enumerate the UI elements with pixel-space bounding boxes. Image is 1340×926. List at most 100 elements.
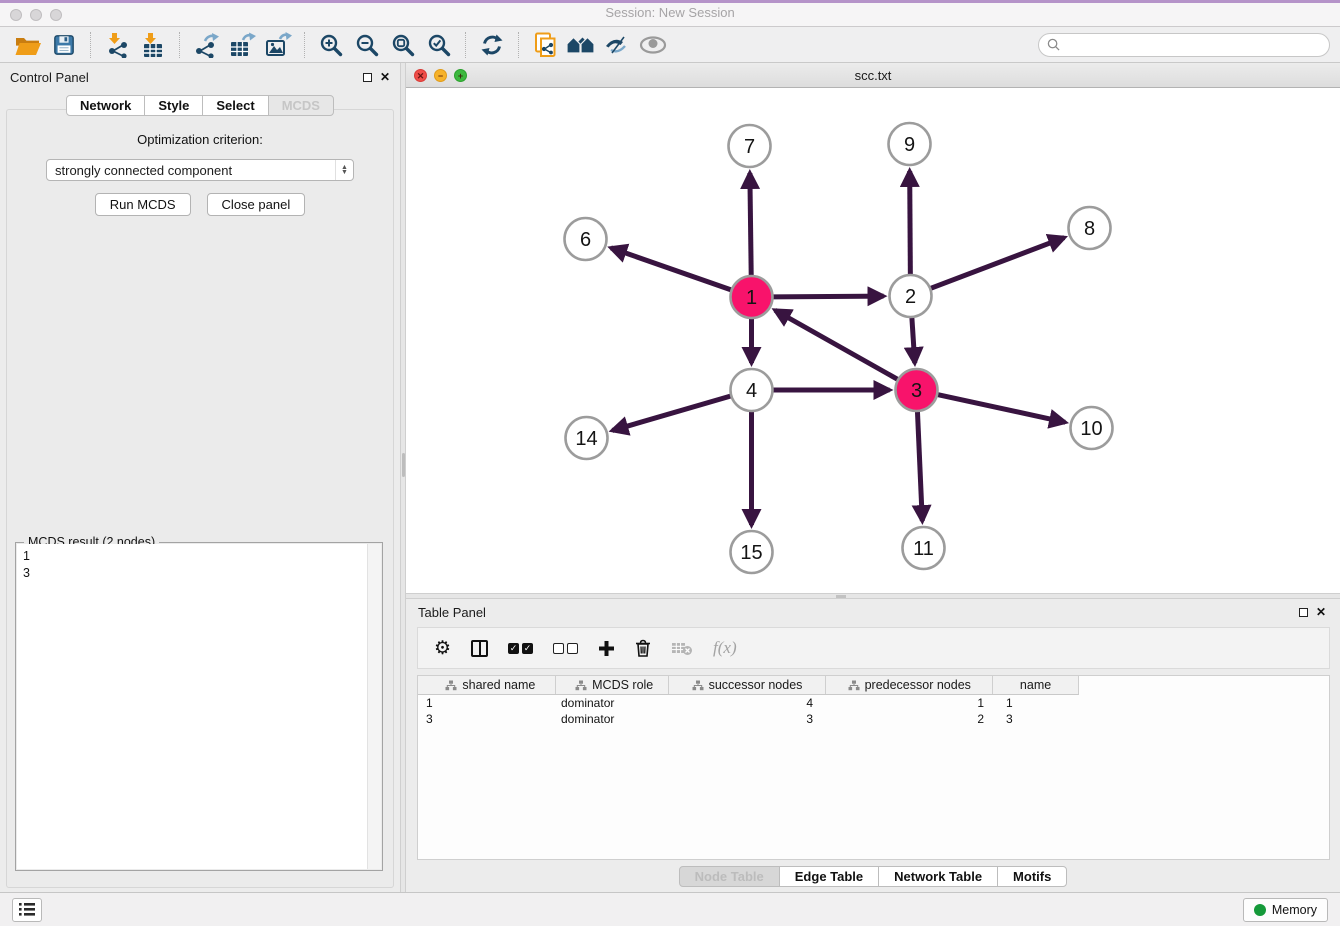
criterion-dropdown[interactable]: strongly connected component ▲▼ [46,159,354,181]
network-window-titlebar[interactable]: ✕ − + scc.txt [406,63,1340,88]
close-network-icon[interactable]: ✕ [414,69,427,82]
search-input[interactable] [1065,38,1321,52]
tab-network[interactable]: Network [66,95,145,116]
export-image-icon[interactable] [260,30,296,60]
zoom-in-icon[interactable] [313,30,349,60]
save-session-icon[interactable] [46,30,82,60]
open-session-icon[interactable] [10,30,46,60]
float-panel-icon[interactable] [363,73,372,82]
cell-mcds-role[interactable]: dominator [556,696,669,710]
splitter-handle[interactable] [836,595,846,598]
export-network-icon[interactable] [188,30,224,60]
cell-predecessor-nodes[interactable]: 2 [827,712,994,726]
split-view-icon[interactable] [471,640,488,657]
table-row[interactable]: 3 dominator 3 2 3 [418,711,1329,727]
toolbar-separator [518,32,519,58]
horizontal-splitter[interactable] [406,593,1340,599]
cell-predecessor-nodes[interactable]: 1 [827,696,994,710]
cell-mcds-role[interactable]: dominator [556,712,669,726]
delete-icon[interactable] [635,639,651,657]
right-column: ✕ − + scc.txt 1234678910111415 Table Pan… [406,63,1340,892]
column-header-predecessor-nodes[interactable]: predecessor nodes [826,676,993,694]
cell-name[interactable]: 1 [994,696,1079,710]
run-mcds-button[interactable]: Run MCDS [95,193,191,216]
zoom-fit-icon[interactable] [385,30,421,60]
duplicate-network-icon[interactable] [527,30,563,60]
column-header-mcds-role[interactable]: MCDS role [556,676,669,694]
result-scrollbar[interactable] [367,544,381,869]
hide-details-icon[interactable] [635,30,671,60]
gear-icon[interactable]: ⚙ [434,639,451,658]
table-header-row: shared name MCDS role successor nodes pr… [418,676,1079,695]
node-table[interactable]: shared name MCDS role successor nodes pr… [417,675,1330,860]
deselect-all-icon[interactable] [553,643,578,654]
tab-style[interactable]: Style [144,95,203,116]
graph-edge-2-3[interactable] [912,318,915,363]
import-network-icon[interactable] [99,30,135,60]
graph-edge-3-1[interactable] [775,310,897,379]
graph-node-label: 14 [575,428,597,450]
show-hide-style-icon[interactable] [599,30,635,60]
close-panel-icon[interactable]: ✕ [380,71,390,83]
function-builder-icon[interactable]: f(x) [713,638,737,658]
graph-edge-1-6[interactable] [611,248,731,290]
task-history-button[interactable] [12,898,42,922]
zoom-window-icon[interactable] [50,9,62,21]
delete-table-icon[interactable] [671,641,693,656]
tab-select[interactable]: Select [202,95,268,116]
accent-strip [0,0,1340,3]
column-header-successor-nodes[interactable]: successor nodes [669,676,827,694]
zoom-selected-icon[interactable] [421,30,457,60]
graph-edge-1-2[interactable] [773,296,883,297]
status-bar: Memory [0,892,1340,926]
import-table-icon[interactable] [135,30,171,60]
search-icon [1047,38,1060,51]
tree-icon [692,680,704,691]
minimize-network-icon[interactable]: − [434,69,447,82]
cell-shared-name[interactable]: 3 [418,712,556,726]
tab-motifs[interactable]: Motifs [997,866,1067,887]
graph-edge-2-8[interactable] [931,238,1064,289]
tab-node-table[interactable]: Node Table [679,866,780,887]
zoom-out-icon[interactable] [349,30,385,60]
application-window: Session: New Session [0,0,1340,926]
first-neighbors-icon[interactable] [563,30,599,60]
tab-network-table[interactable]: Network Table [878,866,998,887]
tab-edge-table[interactable]: Edge Table [779,866,879,887]
close-panel-button[interactable]: Close panel [207,193,306,216]
table-panel: Table Panel ✕ ⚙ ✓✓ f(x) [406,599,1340,892]
toolbar-separator [90,32,91,58]
graph-edge-4-14[interactable] [612,396,730,430]
cell-successor-nodes[interactable]: 3 [669,712,827,726]
graph-node-label: 2 [905,286,916,308]
cell-name[interactable]: 3 [994,712,1079,726]
column-header-name[interactable]: name [993,676,1078,694]
maximize-network-icon[interactable]: + [454,69,467,82]
network-graph[interactable]: 1234678910111415 [406,88,1340,593]
graph-edge-1-7[interactable] [750,173,751,275]
graph-node-label: 9 [904,134,915,156]
export-table-icon[interactable] [224,30,260,60]
network-canvas[interactable]: 1234678910111415 [406,88,1340,593]
splitter-handle[interactable] [402,453,405,477]
toolbar-separator [179,32,180,58]
add-icon[interactable] [598,640,615,657]
select-all-icon[interactable]: ✓✓ [508,643,533,654]
search-field[interactable] [1038,33,1330,57]
minimize-window-icon[interactable] [30,9,42,21]
table-row[interactable]: 1 dominator 4 1 1 [418,695,1329,711]
float-panel-icon[interactable] [1299,608,1308,617]
refresh-icon[interactable] [474,30,510,60]
cell-shared-name[interactable]: 1 [418,696,556,710]
close-panel-icon[interactable]: ✕ [1316,606,1326,618]
graph-edge-3-10[interactable] [938,395,1065,423]
cell-successor-nodes[interactable]: 4 [669,696,827,710]
graph-edge-2-9[interactable] [910,171,911,274]
tab-mcds[interactable]: MCDS [268,95,334,116]
memory-button[interactable]: Memory [1243,898,1328,922]
close-window-icon[interactable] [10,9,22,21]
control-panel: Control Panel ✕ Network Style Select MCD… [0,63,400,892]
column-header-shared-name[interactable]: shared name [418,676,556,694]
window-controls[interactable] [10,9,62,21]
graph-edge-3-11[interactable] [917,412,922,521]
